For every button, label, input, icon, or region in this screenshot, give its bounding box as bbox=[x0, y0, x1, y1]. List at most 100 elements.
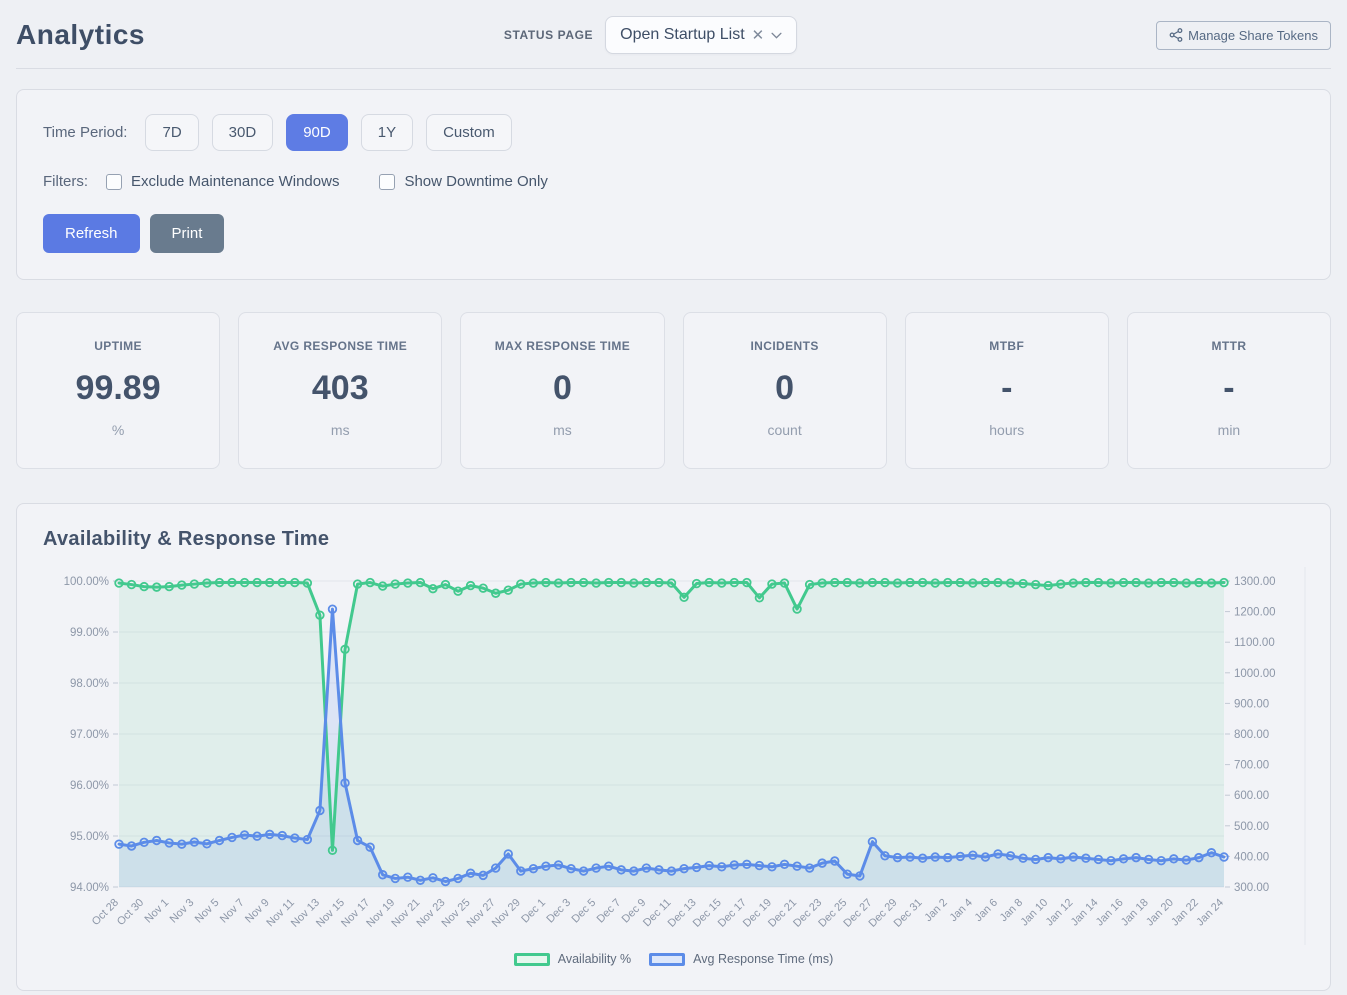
status-page-selected-value: Open Startup List bbox=[620, 26, 745, 44]
stat-label: AVG RESPONSE TIME bbox=[249, 339, 431, 353]
svg-text:900.00: 900.00 bbox=[1234, 698, 1269, 710]
exclude-maintenance-label: Exclude Maintenance Windows bbox=[131, 173, 339, 190]
svg-text:1300.00: 1300.00 bbox=[1234, 576, 1276, 588]
svg-text:Jan 24: Jan 24 bbox=[1194, 897, 1226, 929]
filters-label: Filters: bbox=[43, 173, 88, 190]
svg-text:Jan 4: Jan 4 bbox=[947, 897, 975, 925]
time-period-custom-button[interactable]: Custom bbox=[426, 114, 512, 151]
svg-text:Jan 20: Jan 20 bbox=[1144, 897, 1176, 929]
svg-text:Nov 5: Nov 5 bbox=[193, 897, 222, 926]
refresh-button[interactable]: Refresh bbox=[43, 214, 140, 253]
svg-text:Dec 3: Dec 3 bbox=[544, 897, 573, 926]
stat-card-mttr: MTTR - min bbox=[1127, 312, 1331, 469]
legend-item[interactable]: Availability % bbox=[514, 952, 631, 966]
top-header: Analytics STATUS PAGE Open Startup List … bbox=[16, 14, 1331, 69]
manage-share-tokens-label: Manage Share Tokens bbox=[1188, 28, 1318, 43]
svg-text:Jan 16: Jan 16 bbox=[1094, 897, 1126, 929]
svg-text:96.00%: 96.00% bbox=[70, 780, 109, 792]
svg-text:Jan 12: Jan 12 bbox=[1044, 897, 1076, 929]
svg-text:1200.00: 1200.00 bbox=[1234, 607, 1276, 619]
svg-text:Oct 28: Oct 28 bbox=[90, 897, 121, 928]
stat-label: MAX RESPONSE TIME bbox=[471, 339, 653, 353]
filter-panel: Time Period: 7D 30D 90D 1Y Custom Filter… bbox=[16, 89, 1331, 280]
time-period-7d-button[interactable]: 7D bbox=[145, 114, 198, 151]
stat-unit: min bbox=[1138, 422, 1320, 438]
stat-unit: count bbox=[694, 422, 876, 438]
svg-text:98.00%: 98.00% bbox=[70, 678, 109, 690]
svg-text:500.00: 500.00 bbox=[1234, 821, 1269, 833]
status-page-select[interactable]: Open Startup List ✕ bbox=[605, 16, 797, 54]
exclude-maintenance-checkbox[interactable] bbox=[106, 174, 122, 190]
chart-panel: Availability & Response Time 100.00% 99.0… bbox=[16, 503, 1331, 991]
svg-text:600.00: 600.00 bbox=[1234, 790, 1269, 802]
svg-text:Jan 2: Jan 2 bbox=[922, 897, 950, 925]
time-period-30d-button[interactable]: 30D bbox=[212, 114, 274, 151]
svg-text:Jan 14: Jan 14 bbox=[1069, 897, 1101, 929]
stat-unit: % bbox=[27, 422, 209, 438]
svg-text:Dec 1: Dec 1 bbox=[519, 897, 548, 926]
time-period-90d-button[interactable]: 90D bbox=[286, 114, 348, 151]
stat-card-incidents: INCIDENTS 0 count bbox=[683, 312, 887, 469]
svg-text:800.00: 800.00 bbox=[1234, 729, 1269, 741]
legend-label: Avg Response Time (ms) bbox=[693, 952, 833, 966]
legend-item[interactable]: Avg Response Time (ms) bbox=[649, 952, 833, 966]
availability-response-chart: 100.00% 99.00% 98.00% 97.00% 96.00% 95.00% 94.… bbox=[43, 567, 1306, 945]
svg-text:Jan 22: Jan 22 bbox=[1169, 897, 1201, 929]
stats-row: UPTIME 99.89 % AVG RESPONSE TIME 403 ms … bbox=[16, 312, 1331, 469]
legend-label: Availability % bbox=[558, 952, 631, 966]
stat-unit: ms bbox=[471, 422, 653, 438]
svg-text:Dec 7: Dec 7 bbox=[595, 897, 624, 926]
stat-label: INCIDENTS bbox=[694, 339, 876, 353]
svg-text:97.00%: 97.00% bbox=[70, 729, 109, 741]
clear-selection-icon[interactable]: ✕ bbox=[752, 28, 765, 43]
time-period-1y-button[interactable]: 1Y bbox=[361, 114, 413, 151]
stat-value: - bbox=[1138, 369, 1320, 408]
stat-value: 0 bbox=[471, 369, 653, 408]
stat-label: MTBF bbox=[916, 339, 1098, 353]
svg-text:Nov 7: Nov 7 bbox=[218, 897, 247, 926]
stat-unit: hours bbox=[916, 422, 1098, 438]
legend-swatch bbox=[514, 953, 550, 966]
svg-text:95.00%: 95.00% bbox=[70, 831, 109, 843]
svg-text:99.00%: 99.00% bbox=[70, 627, 109, 639]
stat-value: 0 bbox=[694, 369, 876, 408]
svg-text:Nov 3: Nov 3 bbox=[168, 897, 197, 926]
print-button[interactable]: Print bbox=[150, 214, 225, 253]
svg-text:Jan 10: Jan 10 bbox=[1018, 897, 1050, 929]
time-period-label: Time Period: bbox=[43, 124, 127, 141]
stat-label: MTTR bbox=[1138, 339, 1320, 353]
stat-value: - bbox=[916, 369, 1098, 408]
chart-legend: Availability % Avg Response Time (ms) bbox=[43, 952, 1304, 966]
show-downtime-label: Show Downtime Only bbox=[404, 173, 547, 190]
svg-text:Jan 6: Jan 6 bbox=[973, 897, 1001, 925]
svg-text:Dec 31: Dec 31 bbox=[892, 897, 925, 930]
chevron-down-icon bbox=[771, 32, 782, 39]
svg-text:1100.00: 1100.00 bbox=[1234, 637, 1275, 649]
svg-text:Dec 5: Dec 5 bbox=[569, 897, 598, 926]
svg-text:100.00%: 100.00% bbox=[64, 576, 109, 588]
stat-unit: ms bbox=[249, 422, 431, 438]
stat-card-avg-response: AVG RESPONSE TIME 403 ms bbox=[238, 312, 442, 469]
svg-text:700.00: 700.00 bbox=[1234, 760, 1269, 772]
svg-text:Jan 18: Jan 18 bbox=[1119, 897, 1151, 929]
svg-text:400.00: 400.00 bbox=[1234, 851, 1269, 863]
status-page-label: STATUS PAGE bbox=[504, 28, 593, 42]
share-icon bbox=[1169, 28, 1183, 42]
page-title: Analytics bbox=[16, 19, 145, 51]
show-downtime-checkbox[interactable] bbox=[379, 174, 395, 190]
svg-text:Nov 29: Nov 29 bbox=[490, 897, 523, 930]
stat-card-mtbf: MTBF - hours bbox=[905, 312, 1109, 469]
stat-value: 403 bbox=[249, 369, 431, 408]
svg-text:Nov 1: Nov 1 bbox=[143, 897, 172, 926]
svg-text:Oct 30: Oct 30 bbox=[115, 897, 146, 928]
svg-text:300.00: 300.00 bbox=[1234, 882, 1269, 894]
legend-swatch bbox=[649, 953, 685, 966]
manage-share-tokens-button[interactable]: Manage Share Tokens bbox=[1156, 21, 1331, 50]
svg-text:1000.00: 1000.00 bbox=[1234, 668, 1276, 680]
stat-label: UPTIME bbox=[27, 339, 209, 353]
chart-title: Availability & Response Time bbox=[43, 528, 1304, 551]
stat-value: 99.89 bbox=[27, 369, 209, 408]
stat-card-uptime: UPTIME 99.89 % bbox=[16, 312, 220, 469]
svg-text:94.00%: 94.00% bbox=[70, 882, 109, 894]
stat-card-max-response: MAX RESPONSE TIME 0 ms bbox=[460, 312, 664, 469]
